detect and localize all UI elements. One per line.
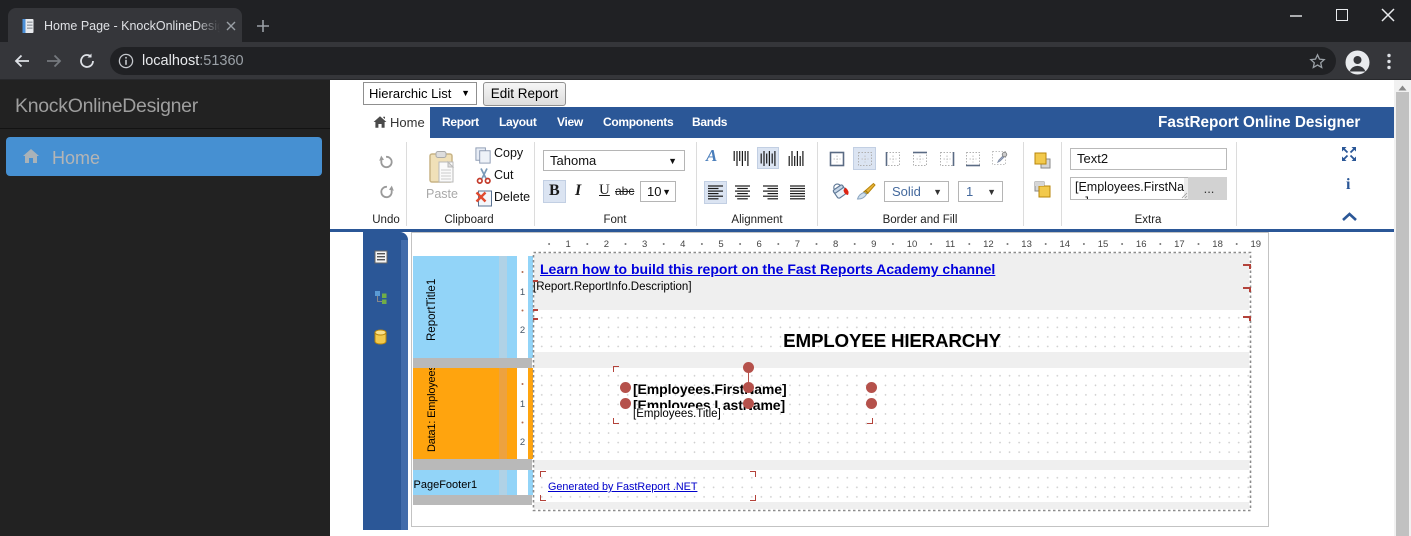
- svg-text:8: 8: [833, 239, 838, 250]
- svg-text:2: 2: [604, 239, 609, 250]
- svg-text:14: 14: [1060, 239, 1071, 250]
- svg-text:2: 2: [520, 325, 525, 336]
- svg-text:3: 3: [642, 239, 647, 250]
- svg-text:12: 12: [983, 239, 994, 250]
- svg-text:6: 6: [757, 239, 762, 250]
- svg-text:7: 7: [795, 239, 800, 250]
- svg-text:17: 17: [1174, 239, 1185, 250]
- svg-text:18: 18: [1212, 239, 1223, 250]
- svg-text:10: 10: [907, 239, 918, 250]
- svg-text:4: 4: [680, 239, 685, 250]
- svg-text:1: 1: [520, 399, 525, 410]
- svg-text:2: 2: [520, 437, 525, 448]
- svg-text:16: 16: [1136, 239, 1147, 250]
- svg-text:1: 1: [520, 287, 525, 298]
- svg-text:13: 13: [1021, 239, 1032, 250]
- svg-text:11: 11: [945, 239, 955, 250]
- svg-text:19: 19: [1251, 239, 1262, 250]
- svg-text:9: 9: [871, 239, 876, 250]
- svg-text:1: 1: [566, 239, 571, 250]
- svg-text:5: 5: [718, 239, 723, 250]
- svg-text:15: 15: [1098, 239, 1109, 250]
